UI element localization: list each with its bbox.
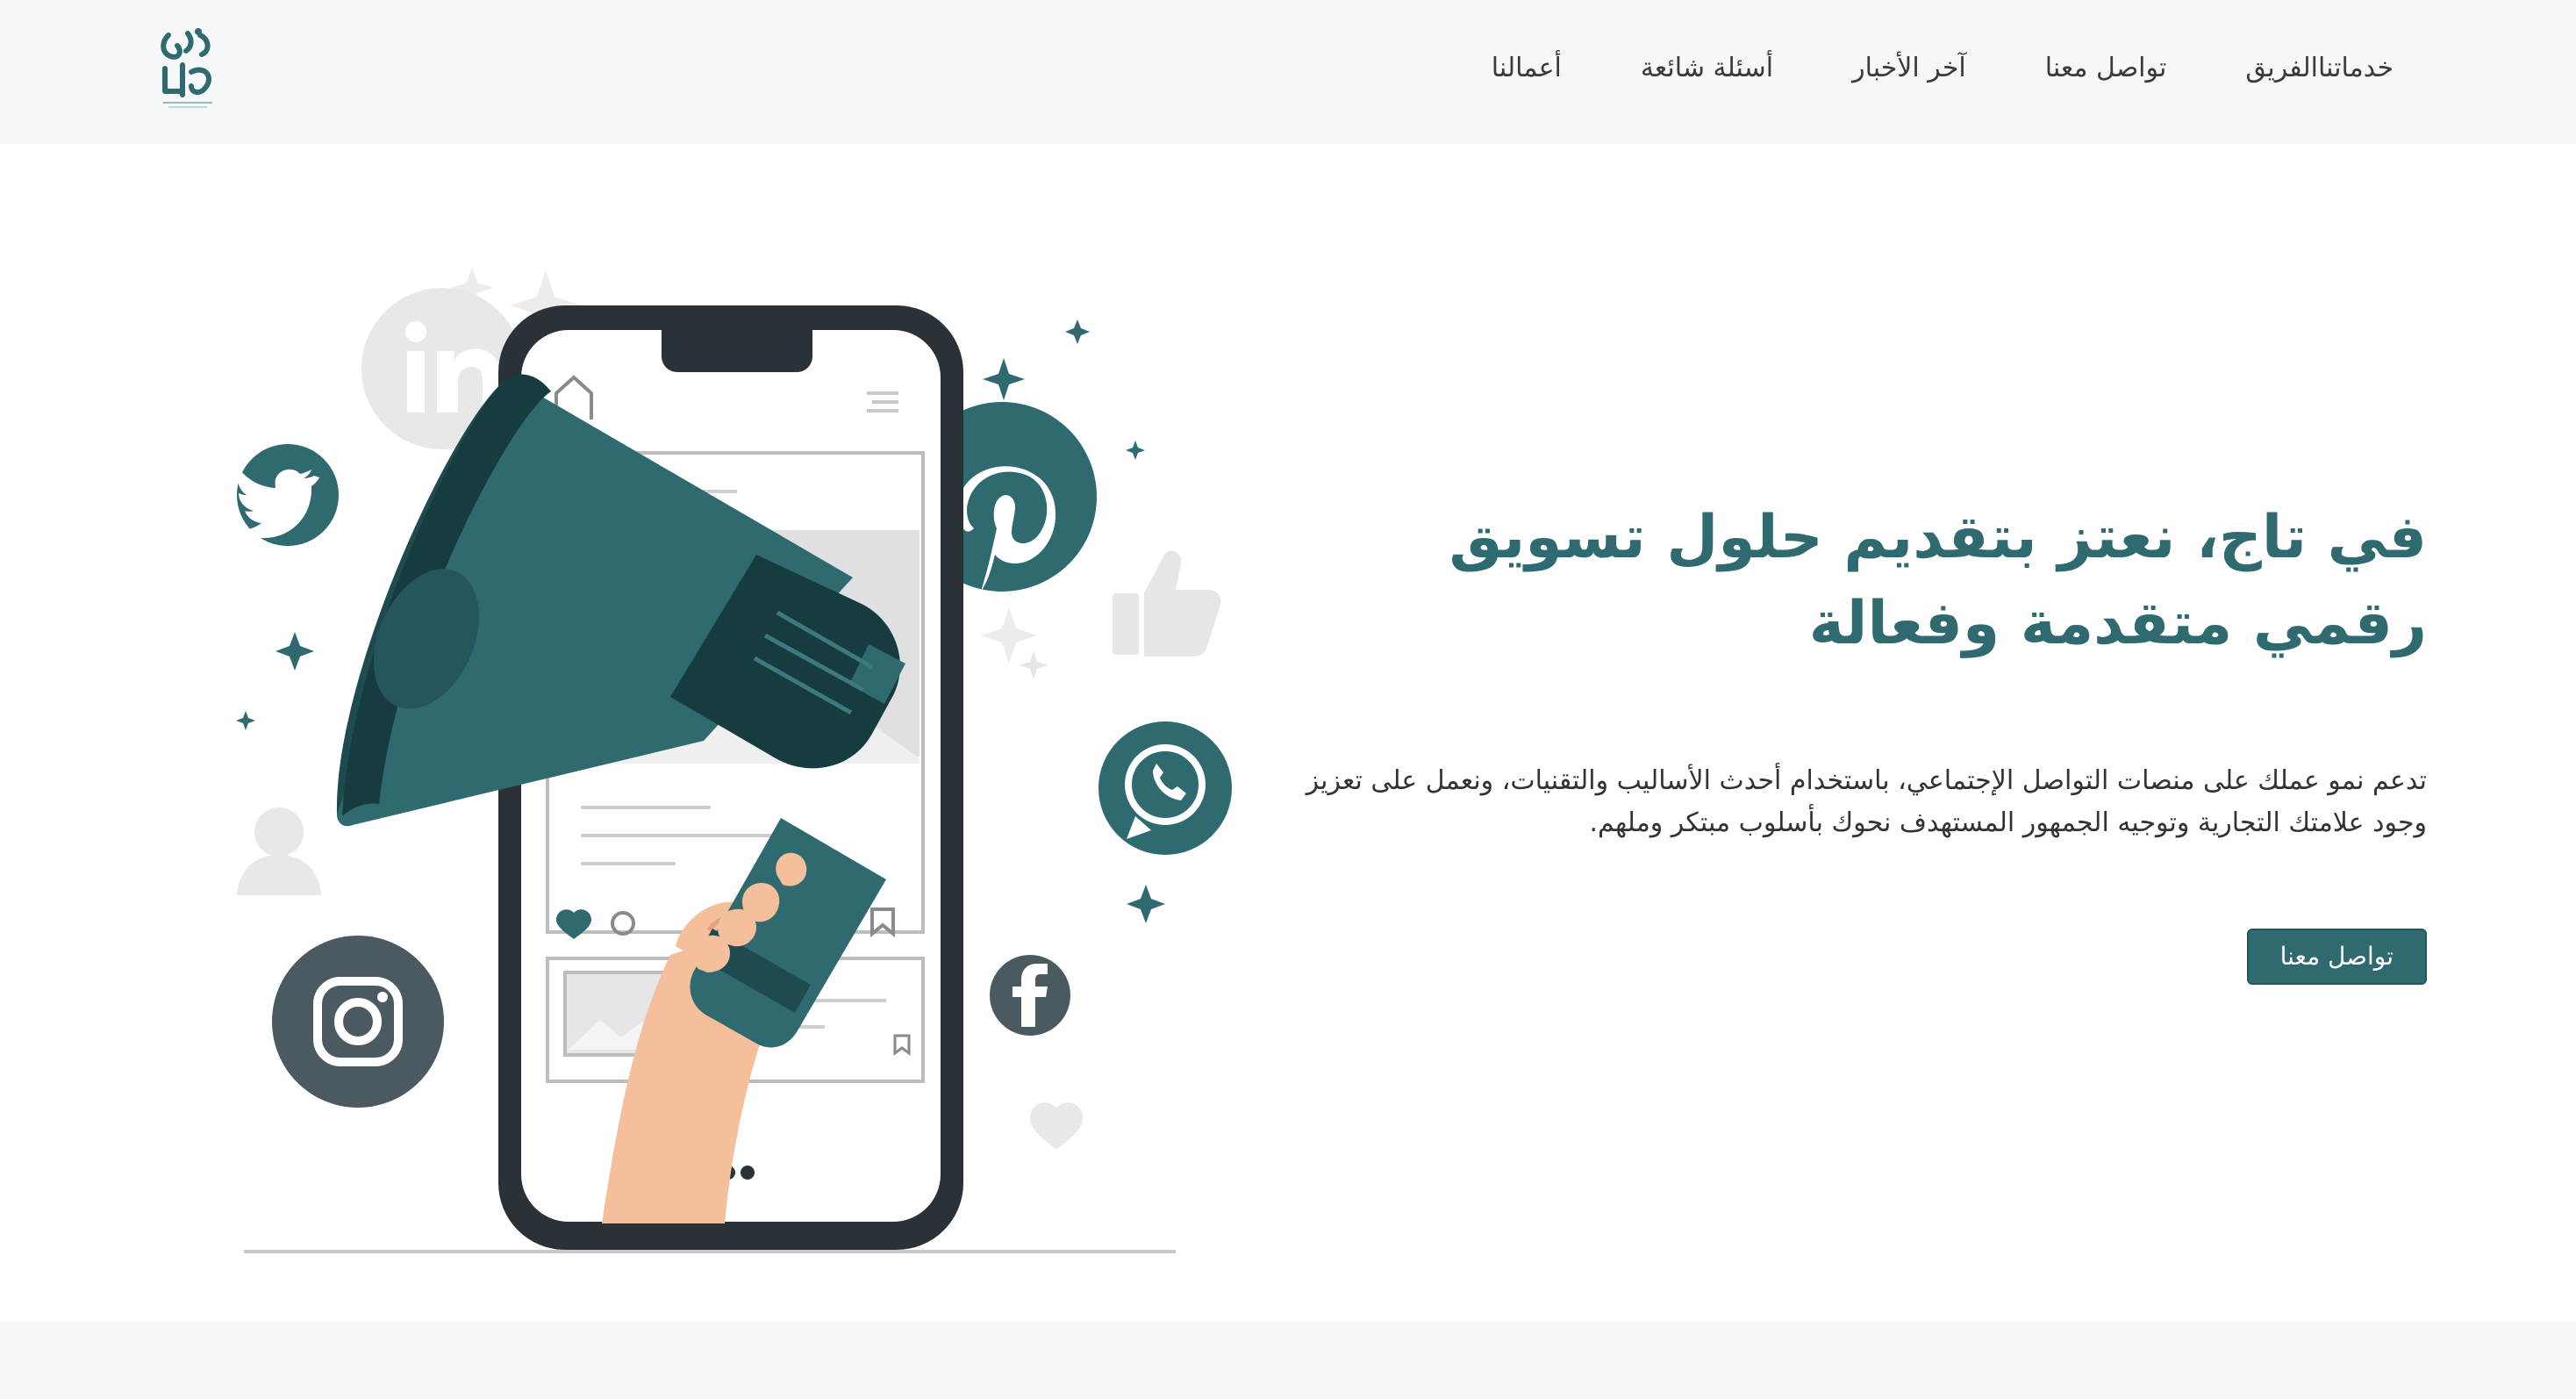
twitter-icon (236, 444, 339, 546)
heart-icon (1030, 1102, 1083, 1150)
cta-wrapper: تواصل معنا (1251, 929, 2427, 985)
brand-logo[interactable] (156, 26, 219, 111)
hero-description: تدعم نمو عملك على منصات التواصل الإجتماع… (1306, 765, 2427, 838)
thumbs-up-icon (1113, 550, 1221, 656)
instagram-icon (272, 936, 444, 1108)
user-icon (237, 807, 321, 895)
hero-text-block: في تاج، نعتز بتقديم حلول تسويق رقمي متقد… (1251, 495, 2427, 985)
nav-item-contact[interactable]: تواصل معنا (2045, 53, 2167, 83)
main-nav: خدماتنا الفريق تواصل معنا آخر الأخبار أس… (1413, 0, 2394, 135)
top-navbar: خدماتنا الفريق تواصل معنا آخر الأخبار أس… (0, 0, 2576, 144)
nav-item-portfolio[interactable]: أعمالنا (1492, 53, 1562, 83)
nav-item-team[interactable]: الفريق (2245, 53, 2318, 83)
nav-item-faq[interactable]: أسئلة شائعة (1641, 53, 1773, 83)
facebook-icon (990, 955, 1070, 1036)
hero-title-line-1: في تاج، نعتز بتقديم حلول تسويق (1449, 503, 2427, 572)
contact-us-button[interactable]: تواصل معنا (2246, 929, 2427, 985)
hero-illustration (219, 202, 1237, 1255)
hero-title-line-2: رقمي متقدمة وفعالة (1808, 589, 2427, 658)
logo-mark-icon (161, 28, 212, 108)
whatsapp-icon (1098, 721, 1232, 855)
next-section-strip (0, 1322, 2576, 1399)
nav-item-services[interactable]: خدماتنا (2318, 53, 2394, 83)
hero-section: في تاج، نعتز بتقديم حلول تسويق رقمي متقد… (0, 144, 2576, 1322)
nav-item-news[interactable]: آخر الأخبار (1852, 53, 1966, 83)
hero-title: في تاج، نعتز بتقديم حلول تسويق رقمي متقد… (1251, 495, 2427, 667)
